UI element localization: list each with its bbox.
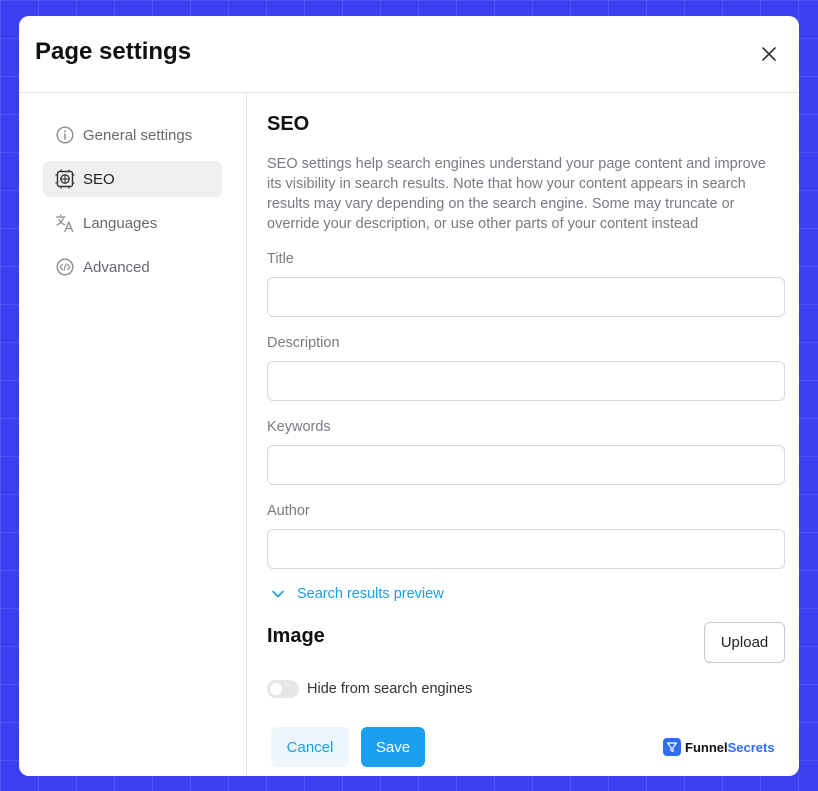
info-icon: [55, 125, 75, 145]
image-section-title: Image: [267, 625, 325, 647]
keywords-input[interactable]: [267, 445, 785, 485]
settings-sidebar: General settings SEO Languages Advanced: [19, 93, 247, 776]
sidebar-item-seo[interactable]: SEO: [43, 161, 222, 197]
description-label: Description: [267, 335, 340, 351]
search-results-preview-toggle[interactable]: Search results preview: [271, 586, 444, 602]
sidebar-item-languages[interactable]: Languages: [43, 205, 222, 241]
toggle-knob: [270, 683, 282, 695]
translate-icon: [55, 213, 75, 233]
modal-title: Page settings: [35, 38, 192, 65]
search-results-preview-label: Search results preview: [297, 586, 444, 602]
seo-icon: [55, 169, 75, 189]
hide-from-search-toggle[interactable]: [267, 680, 299, 698]
description-input[interactable]: [267, 361, 785, 401]
sidebar-item-label: General settings: [83, 126, 193, 144]
keywords-label: Keywords: [267, 419, 331, 435]
chevron-down-icon: [271, 587, 285, 601]
brand-name-part1: Funnel: [685, 739, 728, 755]
sidebar-item-label: Advanced: [83, 258, 150, 276]
title-input[interactable]: [267, 277, 785, 317]
funnel-icon: [663, 738, 681, 756]
upload-button[interactable]: Upload: [704, 622, 785, 663]
brand-logo: Funnel Secrets: [663, 738, 775, 756]
brand-name-part2: Secrets: [727, 739, 775, 755]
sidebar-item-label: SEO: [83, 170, 115, 188]
hide-from-search-label: Hide from search engines: [307, 681, 473, 697]
seo-panel: SEO SEO settings help search engines und…: [267, 93, 785, 776]
title-label: Title: [267, 251, 294, 267]
close-button[interactable]: [757, 42, 781, 66]
page-settings-modal: Page settings General settings SEO Langu…: [19, 16, 799, 776]
author-label: Author: [267, 503, 310, 519]
close-icon: [762, 47, 776, 61]
seo-description-text: SEO settings help search engines underst…: [267, 156, 766, 232]
author-input[interactable]: [267, 529, 785, 569]
modal-header: Page settings: [19, 16, 799, 93]
sidebar-item-advanced[interactable]: Advanced: [43, 249, 222, 285]
sidebar-item-label: Languages: [83, 214, 158, 232]
hide-from-search-row: Hide from search engines: [267, 680, 472, 698]
save-button[interactable]: Save: [361, 727, 425, 767]
sidebar-item-general-settings[interactable]: General settings: [43, 117, 222, 153]
code-icon: [55, 257, 75, 277]
section-title: SEO: [267, 113, 310, 135]
cancel-button[interactable]: Cancel: [271, 727, 349, 767]
